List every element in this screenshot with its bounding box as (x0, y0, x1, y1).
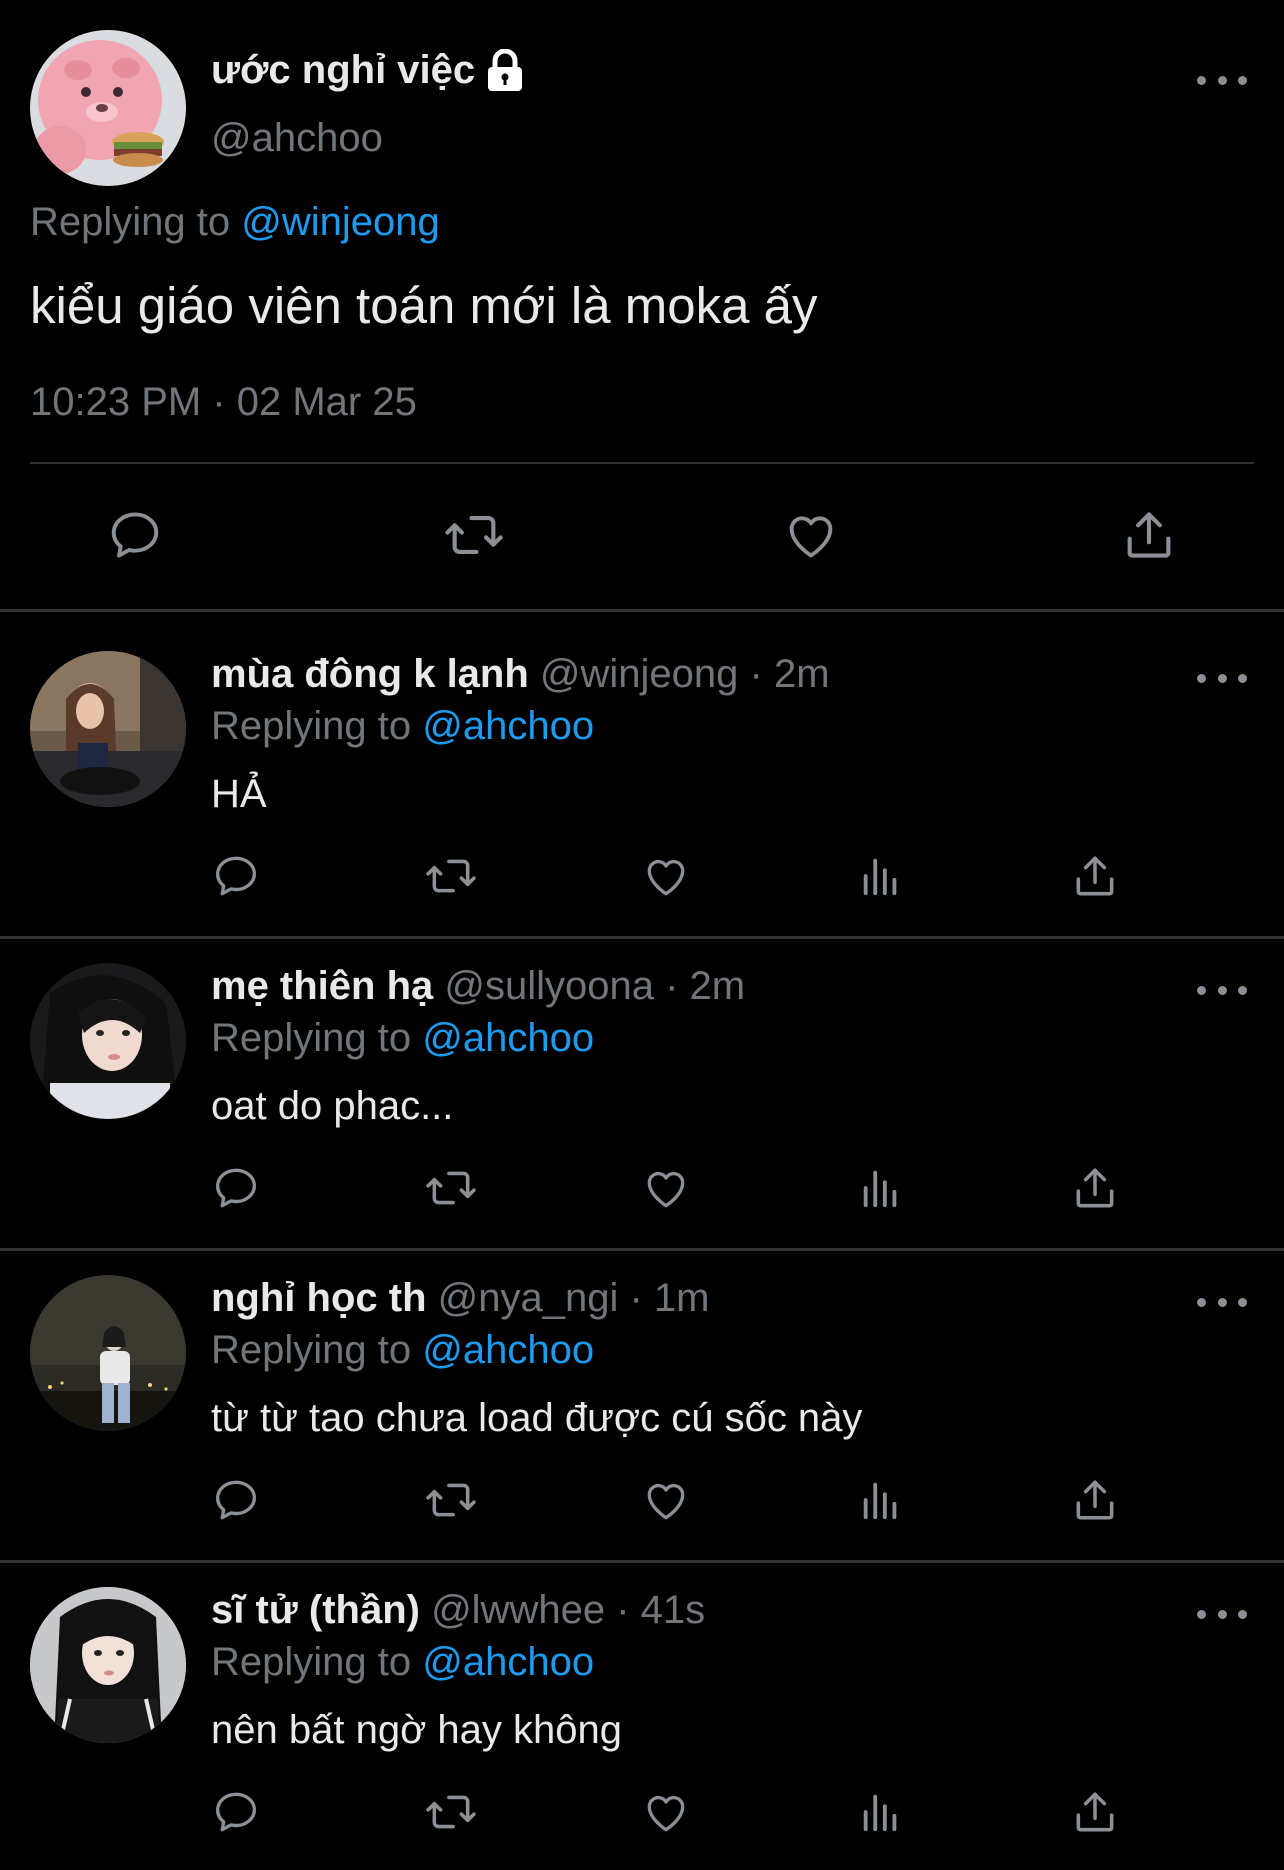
like-icon[interactable] (636, 1470, 696, 1530)
avatar[interactable] (30, 1587, 186, 1743)
replying-prefix: Replying to (211, 704, 412, 748)
replying-to: Replying to @winjeong (30, 200, 440, 245)
reply-icon[interactable] (206, 1470, 266, 1530)
reply-text: nên bất ngờ hay không (211, 1708, 622, 1752)
avatar[interactable] (30, 30, 186, 186)
views-icon[interactable] (851, 846, 911, 906)
avatar[interactable] (30, 963, 186, 1119)
reply-icon[interactable] (206, 1158, 266, 1218)
share-icon[interactable] (1114, 500, 1184, 570)
views-icon[interactable] (851, 1158, 911, 1218)
display-name[interactable]: mùa đông k lạnh (211, 652, 529, 696)
share-icon[interactable] (1065, 1782, 1125, 1842)
reply-header: mùa đông k lạnh @winjeong · 2m (211, 652, 830, 697)
reply-text: oat do phac... (211, 1084, 454, 1128)
share-icon[interactable] (1065, 1158, 1125, 1218)
replying-to: Replying to @ahchoo (211, 1328, 594, 1373)
section-divider (0, 609, 1284, 612)
replying-prefix: Replying to (30, 200, 231, 244)
tweet-thread-screen: ước nghỉ việc @ahchoo Replying to @winje… (0, 0, 1284, 1870)
views-icon[interactable] (851, 1782, 911, 1842)
display-name[interactable]: nghỉ học th (211, 1276, 427, 1320)
replying-to: Replying to @ahchoo (211, 1640, 594, 1685)
like-icon[interactable] (636, 846, 696, 906)
tweet-text: kiểu giáo viên toán mới là moka ấy (30, 277, 818, 334)
replying-to-link[interactable]: @ahchoo (422, 1016, 594, 1060)
avatar-illustration (30, 30, 186, 186)
replying-to-link[interactable]: @winjeong (241, 200, 440, 244)
like-icon[interactable] (636, 1158, 696, 1218)
share-icon[interactable] (1065, 846, 1125, 906)
action-bar (0, 1782, 1284, 1842)
replying-to-link[interactable]: @ahchoo (422, 1640, 594, 1684)
views-icon[interactable] (851, 1470, 911, 1530)
reply-text: từ từ tao chưa load được cú sốc này (211, 1396, 863, 1440)
display-name[interactable]: sĩ tử (thần) (211, 1588, 420, 1632)
replying-prefix: Replying to (211, 1640, 412, 1684)
replying-to: Replying to @ahchoo (211, 1016, 594, 1061)
more-icon[interactable] (1197, 1292, 1247, 1312)
reply-header: sĩ tử (thần) @lwwhee · 41s (211, 1588, 705, 1633)
reply-icon[interactable] (206, 846, 266, 906)
avatar[interactable] (30, 1275, 186, 1431)
retweet-icon[interactable] (421, 846, 481, 906)
more-icon[interactable] (1197, 70, 1247, 90)
handle[interactable]: @sullyoona (444, 964, 654, 1008)
time: · 2m (665, 964, 746, 1008)
display-name[interactable]: ước nghỉ việc (211, 48, 475, 93)
reply-header: nghỉ học th @nya_ngi · 1m (211, 1276, 710, 1321)
retweet-icon[interactable] (421, 1782, 481, 1842)
reply-icon[interactable] (206, 1782, 266, 1842)
avatar[interactable] (30, 651, 186, 807)
replying-to-link[interactable]: @ahchoo (422, 704, 594, 748)
replying-to: Replying to @ahchoo (211, 704, 594, 749)
more-icon[interactable] (1197, 1604, 1247, 1624)
more-icon[interactable] (1197, 980, 1247, 1000)
reply-tweet[interactable]: mùa đông k lạnh @winjeong · 2m Replying … (0, 624, 1284, 936)
reply-tweet[interactable]: nghỉ học th @nya_ngi · 1m Replying to @a… (0, 1248, 1284, 1560)
reply-tweet[interactable]: sĩ tử (thần) @lwwhee · 41s Replying to @… (0, 1560, 1284, 1870)
like-icon[interactable] (776, 500, 846, 570)
action-bar (0, 500, 1284, 570)
reply-header: mẹ thiên hạ @sullyoona · 2m (211, 964, 745, 1009)
timestamp[interactable]: 10:23 PM · 02 Mar 25 (30, 380, 417, 425)
main-tweet: ước nghỉ việc @ahchoo Replying to @winje… (0, 0, 1284, 610)
divider (30, 462, 1254, 464)
handle[interactable]: @nya_ngi (438, 1276, 619, 1320)
action-bar (0, 846, 1284, 906)
lock-icon (485, 48, 525, 93)
reply-icon[interactable] (100, 500, 170, 570)
replying-prefix: Replying to (211, 1016, 412, 1060)
reply-tweet[interactable]: mẹ thiên hạ @sullyoona · 2m Replying to … (0, 936, 1284, 1248)
reply-text: HẢ (211, 772, 267, 816)
retweet-icon[interactable] (421, 1470, 481, 1530)
share-icon[interactable] (1065, 1470, 1125, 1530)
replying-prefix: Replying to (211, 1328, 412, 1372)
retweet-icon[interactable] (421, 1158, 481, 1218)
handle[interactable]: @winjeong (540, 652, 739, 696)
time: · 2m (749, 652, 830, 696)
like-icon[interactable] (636, 1782, 696, 1842)
time: · 1m (629, 1276, 710, 1320)
more-icon[interactable] (1197, 668, 1247, 688)
time: · 41s (616, 1588, 706, 1632)
display-name[interactable]: mẹ thiên hạ (211, 964, 433, 1008)
retweet-icon[interactable] (439, 500, 509, 570)
action-bar (0, 1158, 1284, 1218)
replying-to-link[interactable]: @ahchoo (422, 1328, 594, 1372)
handle[interactable]: @lwwhee (431, 1588, 605, 1632)
action-bar (0, 1470, 1284, 1530)
handle[interactable]: @ahchoo (211, 116, 383, 161)
